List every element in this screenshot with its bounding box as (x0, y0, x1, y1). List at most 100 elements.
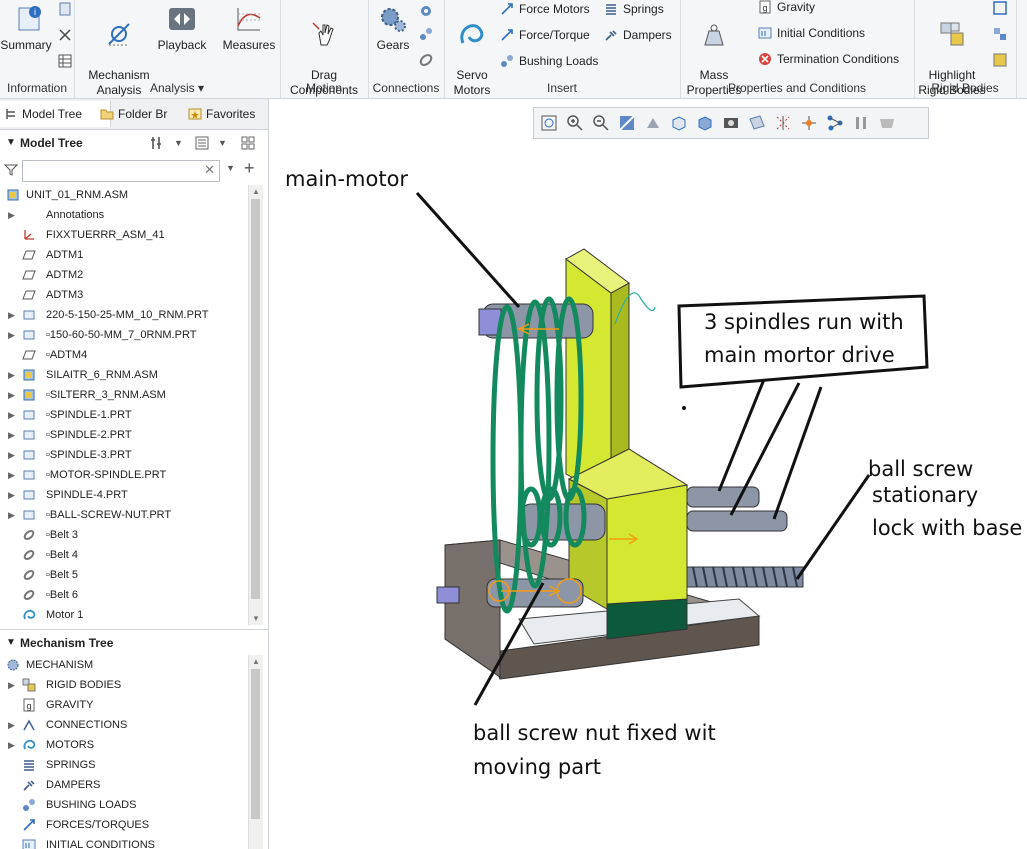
expand-arrow-icon[interactable]: ▶ (8, 445, 15, 465)
dampers-label: Dampers (623, 28, 672, 42)
gravity-icon: g (23, 698, 35, 712)
model-tree-item-row[interactable]: ▶ SPINDLE-4.PRT (0, 485, 248, 505)
expand-arrow-icon[interactable]: ▶ (8, 465, 15, 485)
summary-button[interactable]: i Summary (0, 0, 60, 53)
gears-button[interactable]: Gears (370, 0, 416, 53)
expand-arrow-icon[interactable]: ▶ (8, 485, 15, 505)
clear-search-icon[interactable]: ✕ (204, 162, 215, 178)
mechanism-collapse-icon[interactable]: ▼ (6, 632, 16, 654)
model-tree-item-row[interactable]: ▫Belt 5 (0, 565, 248, 585)
model-tree-item-row[interactable]: ▶ ▫MOTOR-SPINDLE.PRT (0, 465, 248, 485)
model-tree-item-label: 220-5-150-25-MM_10_RNM.PRT (46, 309, 209, 321)
search-input[interactable] (25, 162, 199, 180)
expand-arrow-icon[interactable]: ▶ (8, 385, 15, 405)
bushing-loads-button[interactable]: Bushing Loads (500, 52, 598, 70)
model-scroll-thumb[interactable] (251, 199, 260, 599)
initial-conditions-button[interactable]: Initial Conditions (758, 24, 865, 42)
layout-icon[interactable] (240, 135, 256, 151)
expand-arrow-icon[interactable]: ▶ (8, 425, 15, 445)
expand-arrow-icon[interactable]: ▶ (8, 325, 15, 345)
mech-scroll-up-icon[interactable]: ▲ (252, 657, 260, 666)
expand-arrow-icon[interactable]: ▶ (8, 365, 15, 385)
mechanism-tree-item-row[interactable]: ▶ MOTORS (0, 735, 248, 755)
cam-icon[interactable] (418, 2, 434, 18)
force-torque-button[interactable]: Force/Torque (500, 26, 590, 44)
mechanism-tree-item-row[interactable]: ▶ RIGID BODIES (0, 675, 248, 695)
expand-arrow-icon[interactable]: ▶ (8, 715, 15, 735)
clipboard-icon[interactable] (58, 2, 72, 16)
show-dropdown-icon[interactable]: ▼ (218, 132, 227, 154)
mechanism-tree-item-label: SPRINGS (46, 759, 96, 771)
mech-scroll-thumb[interactable] (251, 669, 260, 819)
model-tree-item-row[interactable]: ▫ADTM4 (0, 345, 248, 365)
part-icon (23, 510, 35, 520)
gravity-button[interactable]: g Gravity (758, 0, 815, 16)
slot-icon[interactable] (418, 26, 434, 42)
group-label-analysis[interactable]: Analysis ▾ (74, 81, 280, 95)
measures-button[interactable]: Measures (220, 0, 278, 53)
add-filter-icon[interactable]: + (244, 158, 255, 179)
mechanism-tree-item-row[interactable]: DAMPERS (0, 775, 248, 795)
termination-conditions-button[interactable]: Termination Conditions (758, 50, 899, 68)
scissor-icon[interactable] (58, 28, 72, 42)
settings-dropdown-icon[interactable]: ▼ (174, 132, 183, 154)
model-tree-item-row[interactable]: ▶ ▫SPINDLE-1.PRT (0, 405, 248, 425)
model-tree-item-row[interactable]: ▶ ▫SPINDLE-3.PRT (0, 445, 248, 465)
model-tree-item-row[interactable]: UNIT_01_RNM.ASM (0, 185, 248, 205)
rigid-body-item-icon[interactable] (992, 52, 1008, 68)
show-menu-icon[interactable] (194, 135, 210, 151)
reconnect-icon[interactable] (992, 0, 1008, 16)
model-tree-item-row[interactable]: ▶ ▫SPINDLE-2.PRT (0, 425, 248, 445)
mechanism-tree-item-row[interactable]: FORCES/TORQUES (0, 815, 248, 835)
model-tree-item-row[interactable]: ADTM3 (0, 285, 248, 305)
tab-model-tree[interactable]: Model Tree (0, 101, 111, 127)
mass-properties-icon (704, 24, 724, 46)
dampers-button[interactable]: Dampers (604, 26, 672, 44)
model-tree-item-row[interactable]: ▶ ▫BALL-SCREW-NUT.PRT (0, 505, 248, 525)
model-tree-item-row[interactable]: ▶ Annotations (0, 205, 248, 225)
model-tree-scrollbar[interactable]: ▲ ▼ (248, 185, 263, 625)
model-tree-item-row[interactable]: Motor 1 (0, 605, 248, 625)
expand-arrow-icon[interactable]: ▶ (8, 735, 15, 755)
belt-connection-icon[interactable] (418, 52, 434, 68)
expand-arrow-icon[interactable]: ▶ (8, 675, 15, 695)
tab-folder-browser[interactable]: Folder Br (96, 101, 196, 127)
graphics-viewport[interactable]: main-motor 3 spindles run with main mort… (269, 99, 1027, 849)
group-label-motion: Motion (305, 81, 343, 95)
model-tree-item-row[interactable]: ▫Belt 6 (0, 585, 248, 605)
part-icon (23, 330, 35, 340)
springs-button[interactable]: Springs (604, 0, 664, 18)
mechanism-tree-scrollbar[interactable]: ▲ (248, 655, 263, 849)
model-tree-item-row[interactable]: ▫Belt 3 (0, 525, 248, 545)
mechanism-tree-item-row[interactable]: MECHANISM (0, 655, 248, 675)
playback-button[interactable]: Playback (154, 0, 210, 53)
model-tree-item-row[interactable]: ADTM2 (0, 265, 248, 285)
expand-arrow-icon[interactable]: ▶ (8, 505, 15, 525)
model-tree-item-row[interactable]: ▶ ▫SILTERR_3_RNM.ASM (0, 385, 248, 405)
scroll-down-icon[interactable]: ▼ (252, 614, 260, 623)
model-tree-item-row[interactable]: ▶ 220-5-150-25-MM_10_RNM.PRT (0, 305, 248, 325)
mechanism-tree-item-row[interactable]: BUSHING LOADS (0, 795, 248, 815)
expand-arrow-icon[interactable]: ▶ (8, 405, 15, 425)
redefine-bodies-icon[interactable] (992, 26, 1008, 42)
force-motors-button[interactable]: Force Motors (500, 0, 590, 18)
model-tree-item-row[interactable]: ▫Belt 4 (0, 545, 248, 565)
mechanism-tree-item-row[interactable]: INITIAL CONDITIONS (0, 835, 248, 849)
expand-arrow-icon[interactable]: ▶ (8, 305, 15, 325)
playback-label: Playback (157, 38, 207, 52)
mechanism-tree-item-row[interactable]: g GRAVITY (0, 695, 248, 715)
model-tree-item-row[interactable]: ▶ ▫150-60-50-MM_7_0RNM.PRT (0, 325, 248, 345)
filter-icon[interactable] (4, 163, 18, 177)
settings-tools-icon[interactable] (150, 135, 166, 151)
table-icon[interactable] (58, 54, 72, 68)
model-tree-item-row[interactable]: ADTM1 (0, 245, 248, 265)
mechanism-tree-item-label: FORCES/TORQUES (46, 819, 150, 831)
model-tree-item-row[interactable]: ▶ SILAITR_6_RNM.ASM (0, 365, 248, 385)
search-dropdown-icon[interactable]: ▼ (226, 163, 235, 173)
collapse-arrow-icon[interactable]: ▼ (6, 132, 16, 154)
mechanism-tree-item-row[interactable]: SPRINGS (0, 755, 248, 775)
mechanism-tree-item-row[interactable]: ▶ CONNECTIONS (0, 715, 248, 735)
model-tree-item-row[interactable]: FIXXTUERRR_ASM_41 (0, 225, 248, 245)
scroll-up-icon[interactable]: ▲ (252, 187, 260, 196)
expand-arrow-icon[interactable]: ▶ (8, 205, 15, 225)
